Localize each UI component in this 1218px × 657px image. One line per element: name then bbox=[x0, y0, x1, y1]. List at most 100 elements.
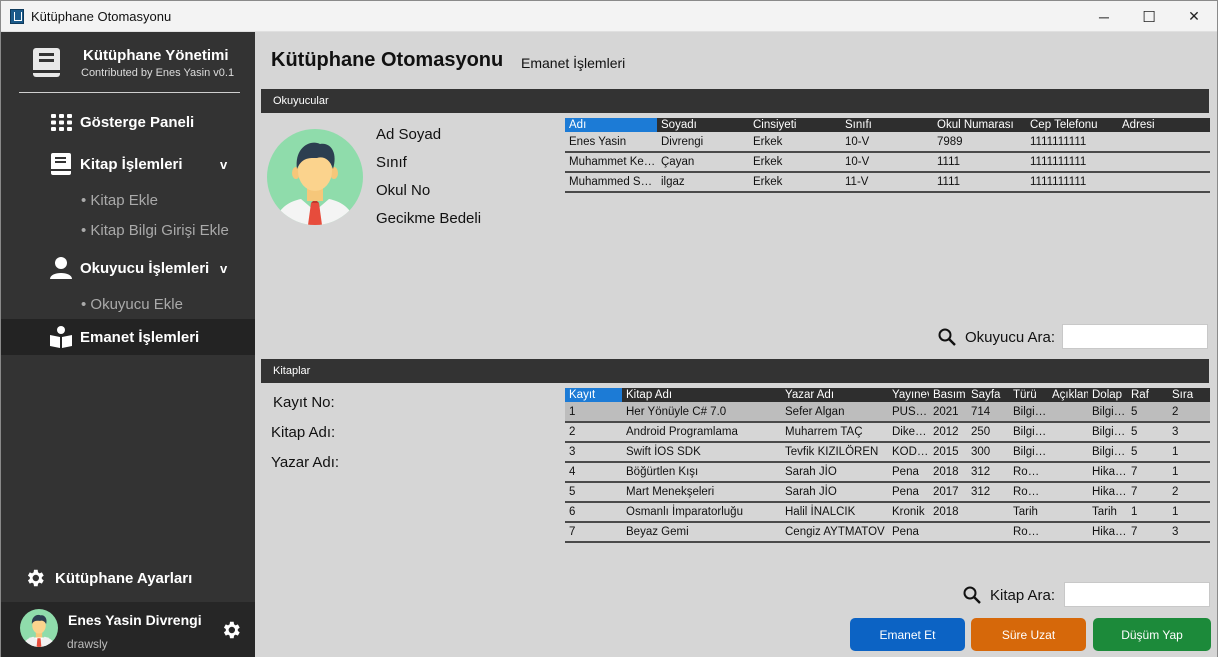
book-search-input[interactable] bbox=[1064, 582, 1210, 607]
table-cell: Erkek bbox=[749, 172, 841, 193]
library-settings-label: Kütüphane Ayarları bbox=[55, 569, 193, 587]
table-cell: Çayan bbox=[657, 152, 749, 173]
brand-subtitle: Contributed by Enes Yasin v0.1 bbox=[81, 67, 235, 79]
column-header[interactable]: Kayıt bbox=[565, 388, 622, 402]
table-cell: 1 bbox=[1127, 502, 1168, 523]
table-row[interactable]: 4 Böğürtlen Kışı Sarah JİO Pena 2018 312 Roman… bbox=[565, 462, 1210, 483]
column-header[interactable]: Açıklama bbox=[1048, 388, 1088, 402]
table-cell: 1111111111 bbox=[1026, 172, 1118, 193]
table-row[interactable]: Muhammed Selim ilgaz Erkek 11-V 1111 11111111… bbox=[565, 172, 1210, 193]
library-settings[interactable]: Kütüphane Ayarları bbox=[24, 567, 192, 589]
gear-icon[interactable] bbox=[220, 619, 242, 641]
divider bbox=[19, 92, 240, 93]
table-row[interactable]: Enes Yasin Divrengi Erkek 10-V 7989 111111111… bbox=[565, 132, 1210, 153]
books-table[interactable]: KayıtKitap AdıYazar AdıYayıneviBasımSayf… bbox=[565, 388, 1210, 543]
reader-school-no-label: Okul No bbox=[376, 182, 431, 199]
table-cell: Tarih bbox=[1088, 502, 1127, 523]
table-cell: 714 bbox=[967, 402, 1009, 423]
readers-table[interactable]: Adı Soyadı Cinsiyeti Sınıfı Okul Numarası Cep… bbox=[565, 118, 1210, 193]
table-cell: Osmanlı İmparatorluğu bbox=[622, 502, 781, 523]
table-cell: Divrengi bbox=[657, 132, 749, 153]
table-cell: 6 bbox=[565, 502, 622, 523]
table-cell: 2021 bbox=[929, 402, 967, 423]
maximize-button[interactable]: ☐ bbox=[1126, 1, 1172, 32]
table-cell bbox=[967, 502, 1009, 523]
table-cell bbox=[1118, 152, 1210, 173]
minimize-button[interactable]: ─ bbox=[1081, 1, 1127, 32]
column-header[interactable]: Yazar Adı bbox=[781, 388, 888, 402]
column-header[interactable]: Dolap bbox=[1088, 388, 1127, 402]
close-button[interactable]: ✕ bbox=[1171, 1, 1217, 32]
nav-dashboard[interactable]: Gösterge Paneli bbox=[1, 104, 255, 140]
nav-readers[interactable]: Okuyucu İşlemleri v bbox=[1, 250, 255, 286]
table-cell: Muhammed Selim bbox=[565, 172, 657, 193]
table-row[interactable]: Muhammet Kerem Çayan Erkek 10-V 1111 11111111… bbox=[565, 152, 1210, 173]
column-header[interactable]: Yayınevi bbox=[888, 388, 929, 402]
column-header[interactable]: Sınıfı bbox=[841, 118, 933, 132]
table-cell: 1111111111 bbox=[1026, 152, 1118, 173]
table-cell: 2 bbox=[1168, 482, 1210, 503]
column-header[interactable]: Cinsiyeti bbox=[749, 118, 841, 132]
nav-readers-label: Okuyucu İşlemleri bbox=[80, 259, 210, 277]
table-row[interactable]: 6 Osmanlı İmparatorluğu Halil İNALCIK Kroni… bbox=[565, 502, 1210, 523]
table-cell: Erkek bbox=[749, 132, 841, 153]
table-cell: Enes Yasin bbox=[565, 132, 657, 153]
table-cell: 7989 bbox=[933, 132, 1026, 153]
loan-button[interactable]: Emanet Et bbox=[850, 618, 965, 651]
table-cell: Sarah JİO bbox=[781, 462, 888, 483]
table-cell: Tarih bbox=[1009, 502, 1048, 523]
nav-add-reader[interactable]: • Okuyucu Ekle bbox=[81, 296, 183, 313]
main-content: Kütüphane Otomasyonu Emanet İşlemleri Ok… bbox=[255, 32, 1217, 657]
books-section-header: Kitaplar bbox=[261, 359, 1209, 383]
column-header[interactable]: Cep Telefonu bbox=[1026, 118, 1118, 132]
table-row[interactable]: 2Android ProgramlamaMuharrem TAÇDikeyeks… bbox=[565, 422, 1210, 443]
table-row[interactable]: 1Her Yönüyle C# 7.0Sefer AlganPUSULA2021… bbox=[565, 402, 1210, 423]
table-cell bbox=[1048, 422, 1088, 443]
reader-search-input[interactable] bbox=[1062, 324, 1208, 349]
readers-section-header: Okuyucular bbox=[261, 89, 1209, 113]
column-header[interactable]: Okul Numarası bbox=[933, 118, 1026, 132]
table-cell: 7 bbox=[1127, 462, 1168, 483]
column-header[interactable]: Adı bbox=[565, 118, 657, 132]
reader-penalty-label: Gecikme Bedeli bbox=[376, 210, 482, 227]
table-cell: Böğürtlen Kışı bbox=[622, 462, 781, 483]
table-cell: Pena bbox=[888, 482, 929, 503]
table-row[interactable]: 3Swift İOS SDKTevfik KIZILÖRENKODLAB2015… bbox=[565, 442, 1210, 463]
drop-button[interactable]: Düşüm Yap bbox=[1093, 618, 1211, 651]
record-no-label: Kayıt No: bbox=[273, 394, 335, 411]
table-cell: 312 bbox=[967, 482, 1009, 503]
nav-books[interactable]: Kitap İşlemleri v bbox=[1, 146, 255, 182]
extend-button[interactable]: Süre Uzat bbox=[971, 618, 1086, 651]
author-name-label: Yazar Adı: bbox=[271, 454, 340, 471]
column-header[interactable]: Sayfa bbox=[967, 388, 1009, 402]
column-header[interactable]: Adresi bbox=[1118, 118, 1210, 132]
table-row[interactable]: 7 Beyaz Gemi Cengiz AYTMATOV Pena Roman Hikay… bbox=[565, 522, 1210, 543]
table-cell: 4 bbox=[565, 462, 622, 483]
column-header[interactable]: Sıra bbox=[1168, 388, 1210, 402]
column-header[interactable]: Türü bbox=[1009, 388, 1048, 402]
table-cell: 300 bbox=[967, 442, 1009, 463]
table-cell: Sarah JİO bbox=[781, 482, 888, 503]
nav-add-book[interactable]: • Kitap Ekle bbox=[81, 192, 158, 209]
table-cell: Muhammet Kerem bbox=[565, 152, 657, 173]
table-cell: 10-V bbox=[841, 152, 933, 173]
table-cell: 10-V bbox=[841, 132, 933, 153]
search-icon bbox=[938, 328, 956, 346]
reader-search-label: Okuyucu Ara: bbox=[965, 329, 1056, 346]
table-cell: 2015 bbox=[929, 442, 967, 463]
column-header[interactable]: Soyadı bbox=[657, 118, 749, 132]
nav-add-book-info[interactable]: • Kitap Bilgi Girişi Ekle bbox=[81, 222, 229, 239]
table-cell: Dikeyeksen bbox=[888, 422, 929, 443]
column-header[interactable]: Kitap Adı bbox=[622, 388, 781, 402]
column-header[interactable]: Basım bbox=[929, 388, 967, 402]
table-cell: Android Programlama bbox=[622, 422, 781, 443]
brand-title: Kütüphane Yönetimi bbox=[83, 47, 229, 64]
book-icon bbox=[49, 153, 73, 175]
nav-loans[interactable]: Emanet İşlemleri bbox=[1, 319, 255, 355]
table-row[interactable]: 5 Mart Menekşeleri Sarah JİO Pena 2017 312 Rom… bbox=[565, 482, 1210, 503]
table-cell: 1111 bbox=[933, 172, 1026, 193]
table-cell: 1111111111 bbox=[1026, 132, 1118, 153]
table-cell: 2018 bbox=[929, 502, 967, 523]
column-header[interactable]: Raf bbox=[1127, 388, 1168, 402]
table-cell: Pena bbox=[888, 522, 929, 543]
